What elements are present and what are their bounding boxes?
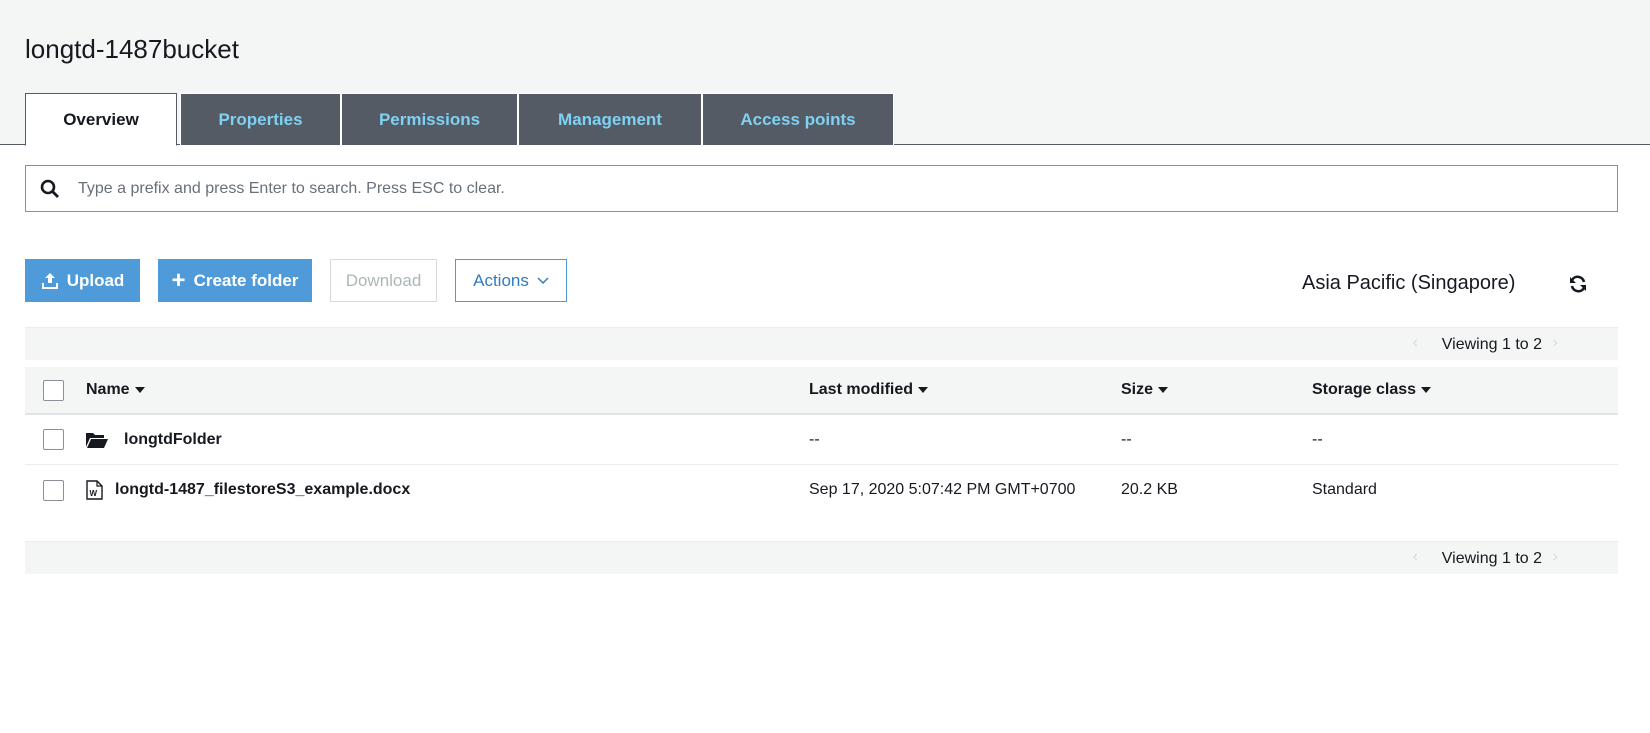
word-file-icon: W [86, 480, 103, 500]
tab-management[interactable]: Management [518, 93, 702, 145]
prev-page-icon[interactable]: ‹ [1413, 334, 1418, 352]
create-folder-label: Create folder [193, 270, 299, 290]
sort-caret-icon [1158, 386, 1169, 393]
next-page-icon[interactable]: › [1553, 334, 1558, 352]
page-title: longtd-1487bucket [25, 34, 239, 64]
storage-class: -- [1312, 430, 1323, 448]
prev-page-icon[interactable]: ‹ [1413, 548, 1418, 566]
sort-caret-icon [1421, 386, 1432, 393]
viewing-count: Viewing 1 to 2 [1441, 336, 1542, 353]
plus-icon: + [171, 266, 186, 294]
table-header: Name Last modified Size Storage class [25, 367, 1618, 415]
folder-icon [86, 432, 108, 448]
create-folder-button[interactable]: + Create folder [158, 259, 312, 302]
item-name[interactable]: longtdFolder [124, 431, 222, 449]
storage-class: Standard [1312, 481, 1377, 498]
upload-label: Upload [66, 270, 125, 290]
actions-dropdown[interactable]: Actions [455, 259, 567, 302]
column-name[interactable]: Name [86, 381, 145, 399]
tab-permissions[interactable]: Permissions [341, 93, 518, 145]
chevron-down-icon [537, 276, 549, 284]
tab-access-points[interactable]: Access points [702, 93, 894, 145]
search-icon [40, 179, 59, 198]
search-input[interactable] [78, 179, 1478, 198]
actions-label: Actions [473, 270, 529, 290]
column-size[interactable]: Size [1121, 381, 1169, 399]
last-modified: -- [809, 430, 820, 448]
upload-button[interactable]: Upload [25, 259, 140, 302]
sort-caret-icon [918, 386, 929, 393]
row-checkbox[interactable] [43, 429, 64, 450]
table-row[interactable]: W longtd-1487_filestoreS3_example.docx S… [25, 465, 1618, 515]
table-row[interactable]: longtdFolder -- -- -- [25, 415, 1618, 465]
svg-text:W: W [90, 489, 98, 498]
column-last-modified[interactable]: Last modified [809, 381, 929, 399]
upload-icon [41, 272, 58, 289]
search-box[interactable] [25, 165, 1618, 212]
size: -- [1121, 430, 1132, 448]
pagination-bottom: ‹ Viewing 1 to 2 › [25, 541, 1618, 574]
download-button[interactable]: Download [330, 259, 437, 302]
last-modified: Sep 17, 2020 5:07:42 PM GMT+0700 [809, 481, 1076, 498]
sort-caret-icon [134, 386, 145, 393]
row-checkbox[interactable] [43, 479, 64, 501]
region-label: Asia Pacific (Singapore) [1302, 272, 1516, 294]
pagination-top: ‹ Viewing 1 to 2 › [25, 327, 1618, 360]
refresh-icon[interactable] [1568, 274, 1588, 294]
size: 20.2 KB [1121, 481, 1178, 498]
column-storage-class[interactable]: Storage class [1312, 381, 1432, 399]
item-name[interactable]: longtd-1487_filestoreS3_example.docx [115, 481, 410, 499]
tab-overview[interactable]: Overview [25, 93, 177, 146]
next-page-icon[interactable]: › [1553, 548, 1558, 566]
select-all-checkbox[interactable] [43, 379, 64, 401]
tab-properties[interactable]: Properties [180, 93, 341, 145]
viewing-count: Viewing 1 to 2 [1441, 550, 1542, 567]
